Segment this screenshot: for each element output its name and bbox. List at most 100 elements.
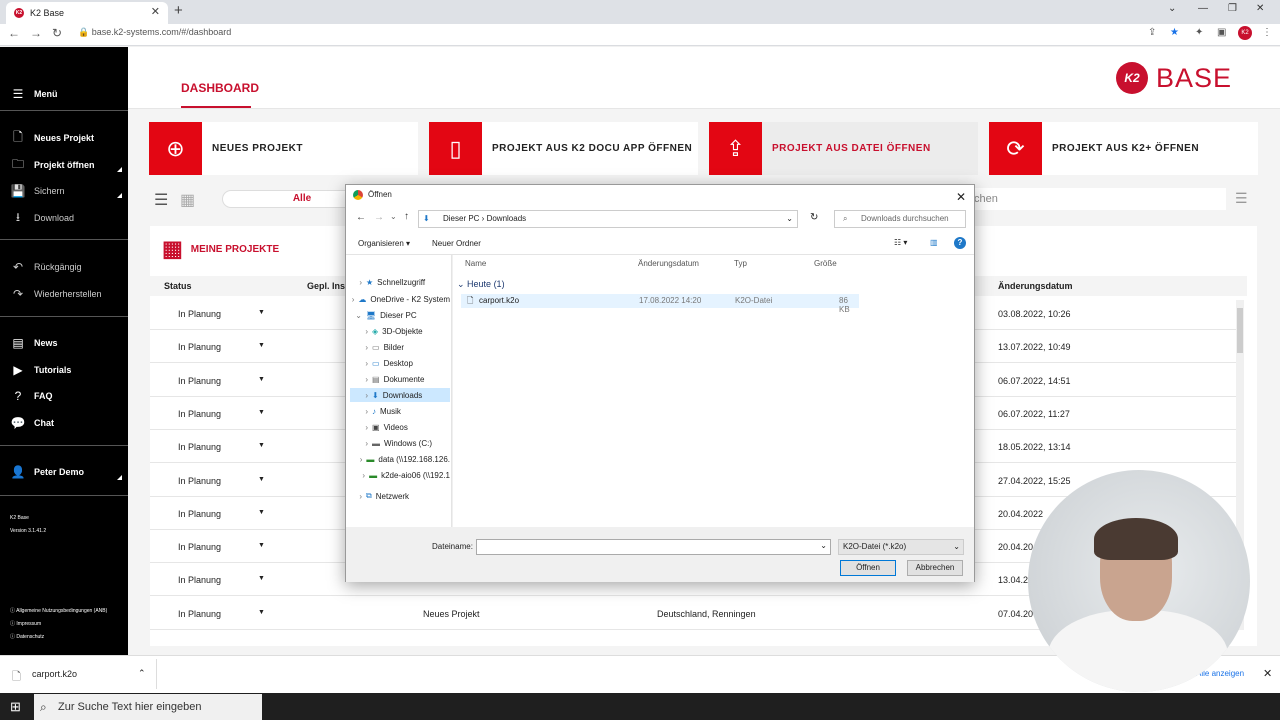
expand-chevron-icon[interactable]: › <box>350 359 368 368</box>
view-options-icon[interactable]: ☷ ▾ <box>894 238 907 247</box>
sidebar-item-download[interactable]: ⭳ Download <box>10 210 74 225</box>
sidebar-item-open-project[interactable]: 🗀 Projekt öffnen <box>10 157 95 172</box>
sidebar-item-save[interactable]: 💾 Sichern <box>10 184 65 198</box>
sidebar-item-faq[interactable]: ? FAQ <box>10 389 53 403</box>
card-open-k2plus[interactable]: ⟳ PROJEKT AUS K2+ ÖFFNEN <box>989 122 1258 175</box>
status-select[interactable]: In Planung <box>178 309 221 319</box>
minimize-icon[interactable]: — <box>1198 3 1208 14</box>
tree-item[interactable]: › ◈ 3D-Objekte <box>350 324 450 338</box>
imprint-link[interactable]: ⓘ Impressum <box>10 620 41 627</box>
status-dropdown-icon[interactable]: ▼ <box>258 476 265 483</box>
grid-view-icon[interactable]: ▦ <box>180 190 195 210</box>
status-dropdown-icon[interactable]: ▼ <box>258 609 265 616</box>
bookmark-star-icon[interactable]: ★ <box>1170 27 1179 38</box>
menu-toggle[interactable]: ☰ Menü <box>10 87 58 101</box>
status-select[interactable]: In Planung <box>178 575 221 585</box>
expand-chevron-icon[interactable]: ⌄ <box>350 311 362 320</box>
extensions-icon[interactable]: ✦ <box>1195 27 1203 38</box>
col-name[interactable]: Name <box>465 259 486 268</box>
expand-chevron-icon[interactable]: › <box>350 407 368 416</box>
tab-dashboard[interactable]: DASHBOARD <box>181 81 259 95</box>
tree-item[interactable]: › ⬇ Downloads <box>350 388 450 402</box>
status-select[interactable]: In Planung <box>178 442 221 452</box>
share-icon[interactable]: ⇪ <box>1148 27 1156 38</box>
windows-start-icon[interactable]: ⊞ <box>10 699 21 715</box>
path-dropdown-icon[interactable]: ⌄ <box>786 211 793 227</box>
status-select[interactable]: In Planung <box>178 542 221 552</box>
new-folder-button[interactable]: Neuer Ordner <box>432 239 481 248</box>
close-downloads-icon[interactable]: ✕ <box>1263 667 1272 680</box>
expand-chevron-icon[interactable]: › <box>350 471 365 480</box>
status-select[interactable]: In Planung <box>178 509 221 519</box>
col-changed[interactable]: Änderungsdatum <box>998 281 1073 291</box>
close-window-icon[interactable]: ✕ <box>1256 3 1264 14</box>
status-dropdown-icon[interactable]: ▼ <box>258 376 265 383</box>
status-dropdown-icon[interactable]: ▼ <box>258 575 265 582</box>
filter-icon[interactable]: ☰ <box>1235 190 1248 207</box>
expand-chevron-icon[interactable]: › <box>350 391 368 400</box>
card-open-docu-app[interactable]: ▯ PROJEKT AUS K2 DOCU APP ÖFFNEN <box>429 122 698 175</box>
filename-input[interactable]: ⌄ <box>476 539 831 555</box>
dialog-search-input[interactable]: ⌕ Downloads durchsuchen <box>834 210 966 228</box>
path-segment[interactable]: Dieser PC <box>443 214 479 223</box>
list-view-icon[interactable]: ☰ <box>154 190 168 210</box>
back-icon[interactable]: ← <box>8 26 20 40</box>
expand-chevron-icon[interactable]: › <box>350 295 355 304</box>
path-bar[interactable]: ⬇ Dieser PC › Downloads ⌄ <box>418 210 798 228</box>
expand-chevron-icon[interactable]: › <box>350 343 368 352</box>
download-item[interactable]: carport.k2o <box>32 669 77 679</box>
tree-item[interactable]: › ▭ Bilder <box>350 340 450 354</box>
forward-icon[interactable]: → <box>30 26 42 40</box>
help-icon[interactable]: ? <box>954 237 966 249</box>
url-field[interactable]: 🔒 base.k2-systems.com/#/dashboard <box>78 27 231 38</box>
col-planned[interactable]: Gepl. Inst <box>307 281 348 291</box>
status-select[interactable]: In Planung <box>178 476 221 486</box>
refresh-icon[interactable]: ↻ <box>810 212 818 223</box>
sidebar-item-undo[interactable]: ↶ Rückgängig <box>10 260 82 274</box>
tree-item[interactable]: › ▤ Dokumente <box>350 372 450 386</box>
privacy-link[interactable]: ⓘ Datenschutz <box>10 633 44 640</box>
group-header[interactable]: ⌄ Heute (1) <box>457 279 505 290</box>
status-dropdown-icon[interactable]: ▼ <box>258 442 265 449</box>
filename-dropdown-icon[interactable]: ⌄ <box>820 541 827 550</box>
open-button[interactable]: Öffnen <box>840 560 896 576</box>
status-select[interactable]: In Planung <box>178 409 221 419</box>
browser-tab[interactable]: K2 K2 Base ✕ <box>6 2 168 24</box>
col-size[interactable]: Größe <box>814 259 837 268</box>
tree-item[interactable]: › ▬ k2de-aio06 (\\192.1 <box>350 468 450 482</box>
dialog-close-icon[interactable]: ✕ <box>956 187 966 207</box>
browser-menu-icon[interactable]: ⋮ <box>1262 27 1272 38</box>
col-date[interactable]: Änderungsdatum <box>638 259 699 268</box>
file-row-carport[interactable]: 🗋 carport.k2o 17.08.2022 14:20 K2O-Datei… <box>461 294 859 314</box>
reload-icon[interactable]: ↻ <box>52 26 62 40</box>
recent-dropdown-icon[interactable]: ⌄ <box>390 212 397 221</box>
tree-item[interactable]: › ★ Schnellzugriff <box>350 275 450 289</box>
expand-chevron-icon[interactable]: › <box>350 455 363 464</box>
forward-arrow-icon[interactable]: → <box>374 212 384 223</box>
restore-icon[interactable]: ❐ <box>1228 3 1237 14</box>
col-type[interactable]: Typ <box>734 259 747 268</box>
tab-search-icon[interactable]: ⌄ <box>1168 3 1176 14</box>
expand-chevron-icon[interactable]: › <box>350 327 368 336</box>
profile-avatar[interactable]: K2 <box>1238 26 1252 40</box>
project-search-input[interactable]: chen <box>970 188 1226 210</box>
sidebar-item-new-project[interactable]: 🗋 Neues Projekt <box>10 130 94 145</box>
tree-item[interactable]: › ▬ data (\\192.168.126. <box>350 452 450 466</box>
status-dropdown-icon[interactable]: ▼ <box>258 309 265 316</box>
tree-item[interactable]: › ▭ Desktop <box>350 356 450 370</box>
tree-item[interactable]: › ▣ Videos <box>350 420 450 434</box>
expand-chevron-icon[interactable]: › <box>350 439 368 448</box>
download-options-icon[interactable]: ⌃ <box>138 668 146 679</box>
cancel-button[interactable]: Abbrechen <box>907 560 963 576</box>
sidebar-item-redo[interactable]: ↷ Wiederherstellen <box>10 287 102 301</box>
organize-button[interactable]: Organisieren ▾ <box>358 239 410 248</box>
sidepanel-icon[interactable]: ▣ <box>1217 27 1226 38</box>
expand-chevron-icon[interactable]: › <box>350 278 362 287</box>
preview-pane-icon[interactable]: ▥ <box>930 238 938 247</box>
path-segment[interactable]: Downloads <box>487 214 527 223</box>
col-status[interactable]: Status <box>164 281 192 291</box>
terms-link[interactable]: ⓘ Allgemeine Nutzungsbedingungen (ANB) <box>10 607 107 614</box>
status-dropdown-icon[interactable]: ▼ <box>258 409 265 416</box>
tree-item[interactable]: ⌄ 🖥 Dieser PC <box>350 308 450 322</box>
tree-item[interactable]: › ♪ Musik <box>350 404 450 418</box>
